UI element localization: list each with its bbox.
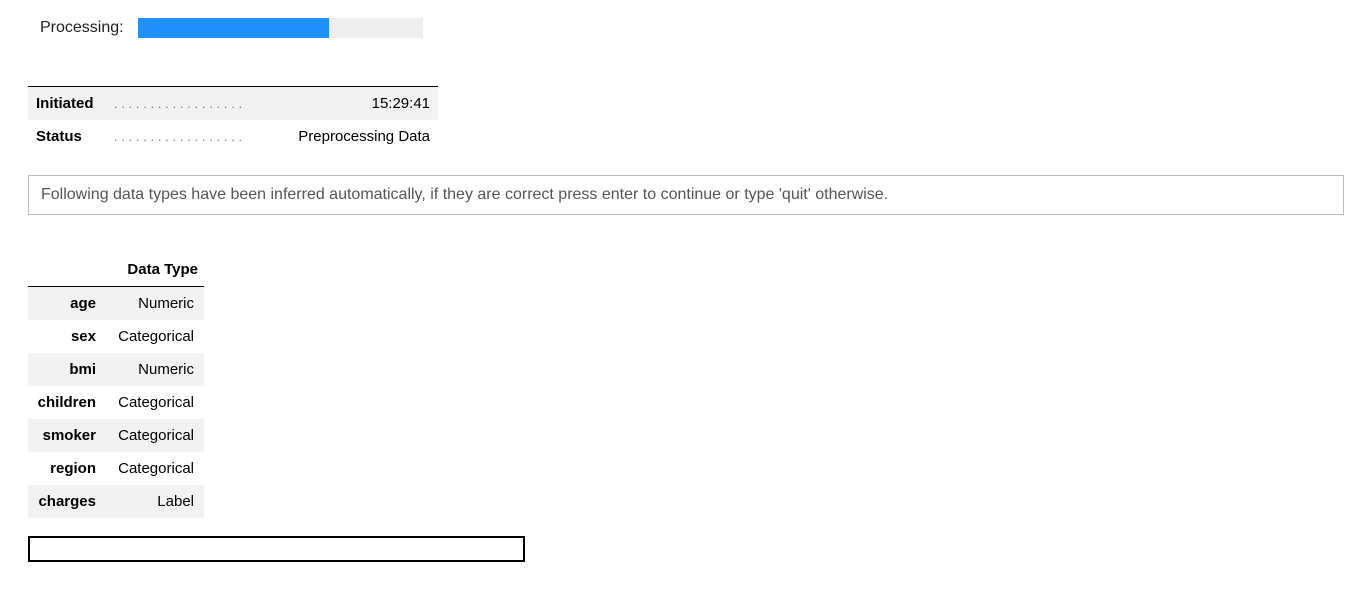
processing-label: Processing: (40, 19, 124, 37)
dtype-row: sexCategorical (28, 320, 204, 353)
progress-fill (138, 18, 329, 38)
dtype-row-name: children (28, 386, 104, 419)
status-key: Initiated (28, 87, 108, 121)
dtype-row: regionCategorical (28, 452, 204, 485)
status-tbody: Initiated..................15:29:41Statu… (28, 87, 438, 154)
dtype-row-type: Categorical (104, 419, 204, 452)
dtype-row-name: sex (28, 320, 104, 353)
dtype-row: ageNumeric (28, 287, 204, 321)
status-table: Initiated..................15:29:41Statu… (28, 86, 438, 153)
dtype-row-type: Numeric (104, 353, 204, 386)
dtype-row: chargesLabel (28, 485, 204, 518)
dtype-row-type: Label (104, 485, 204, 518)
dtype-row-name: charges (28, 485, 104, 518)
dtype-row-type: Categorical (104, 320, 204, 353)
status-value: 15:29:41 (268, 87, 438, 121)
info-message: Following data types have been inferred … (28, 175, 1344, 215)
status-value: Preprocessing Data (268, 120, 438, 153)
dtype-row-type: Categorical (104, 452, 204, 485)
prompt-input[interactable] (28, 536, 525, 562)
processing-row: Processing: (40, 18, 1340, 38)
dots-filler: .................. (108, 120, 268, 153)
dtype-row-type: Categorical (104, 386, 204, 419)
dtype-row: smokerCategorical (28, 419, 204, 452)
status-row: Initiated..................15:29:41 (28, 87, 438, 121)
dtype-row-name: region (28, 452, 104, 485)
dtype-row: bmiNumeric (28, 353, 204, 386)
dots-filler: .................. (108, 87, 268, 121)
dtype-header-blank (28, 255, 104, 287)
dtype-row-name: smoker (28, 419, 104, 452)
progress-bar (138, 18, 423, 38)
dtype-table: Data Type ageNumericsexCategoricalbmiNum… (28, 255, 204, 518)
dtype-row: childrenCategorical (28, 386, 204, 419)
dtype-tbody: ageNumericsexCategoricalbmiNumericchildr… (28, 287, 204, 519)
dtype-row-name: bmi (28, 353, 104, 386)
status-key: Status (28, 120, 108, 153)
dtype-header-col: Data Type (104, 255, 204, 287)
dtype-row-name: age (28, 287, 104, 321)
status-row: Status..................Preprocessing Da… (28, 120, 438, 153)
dtype-row-type: Numeric (104, 287, 204, 321)
